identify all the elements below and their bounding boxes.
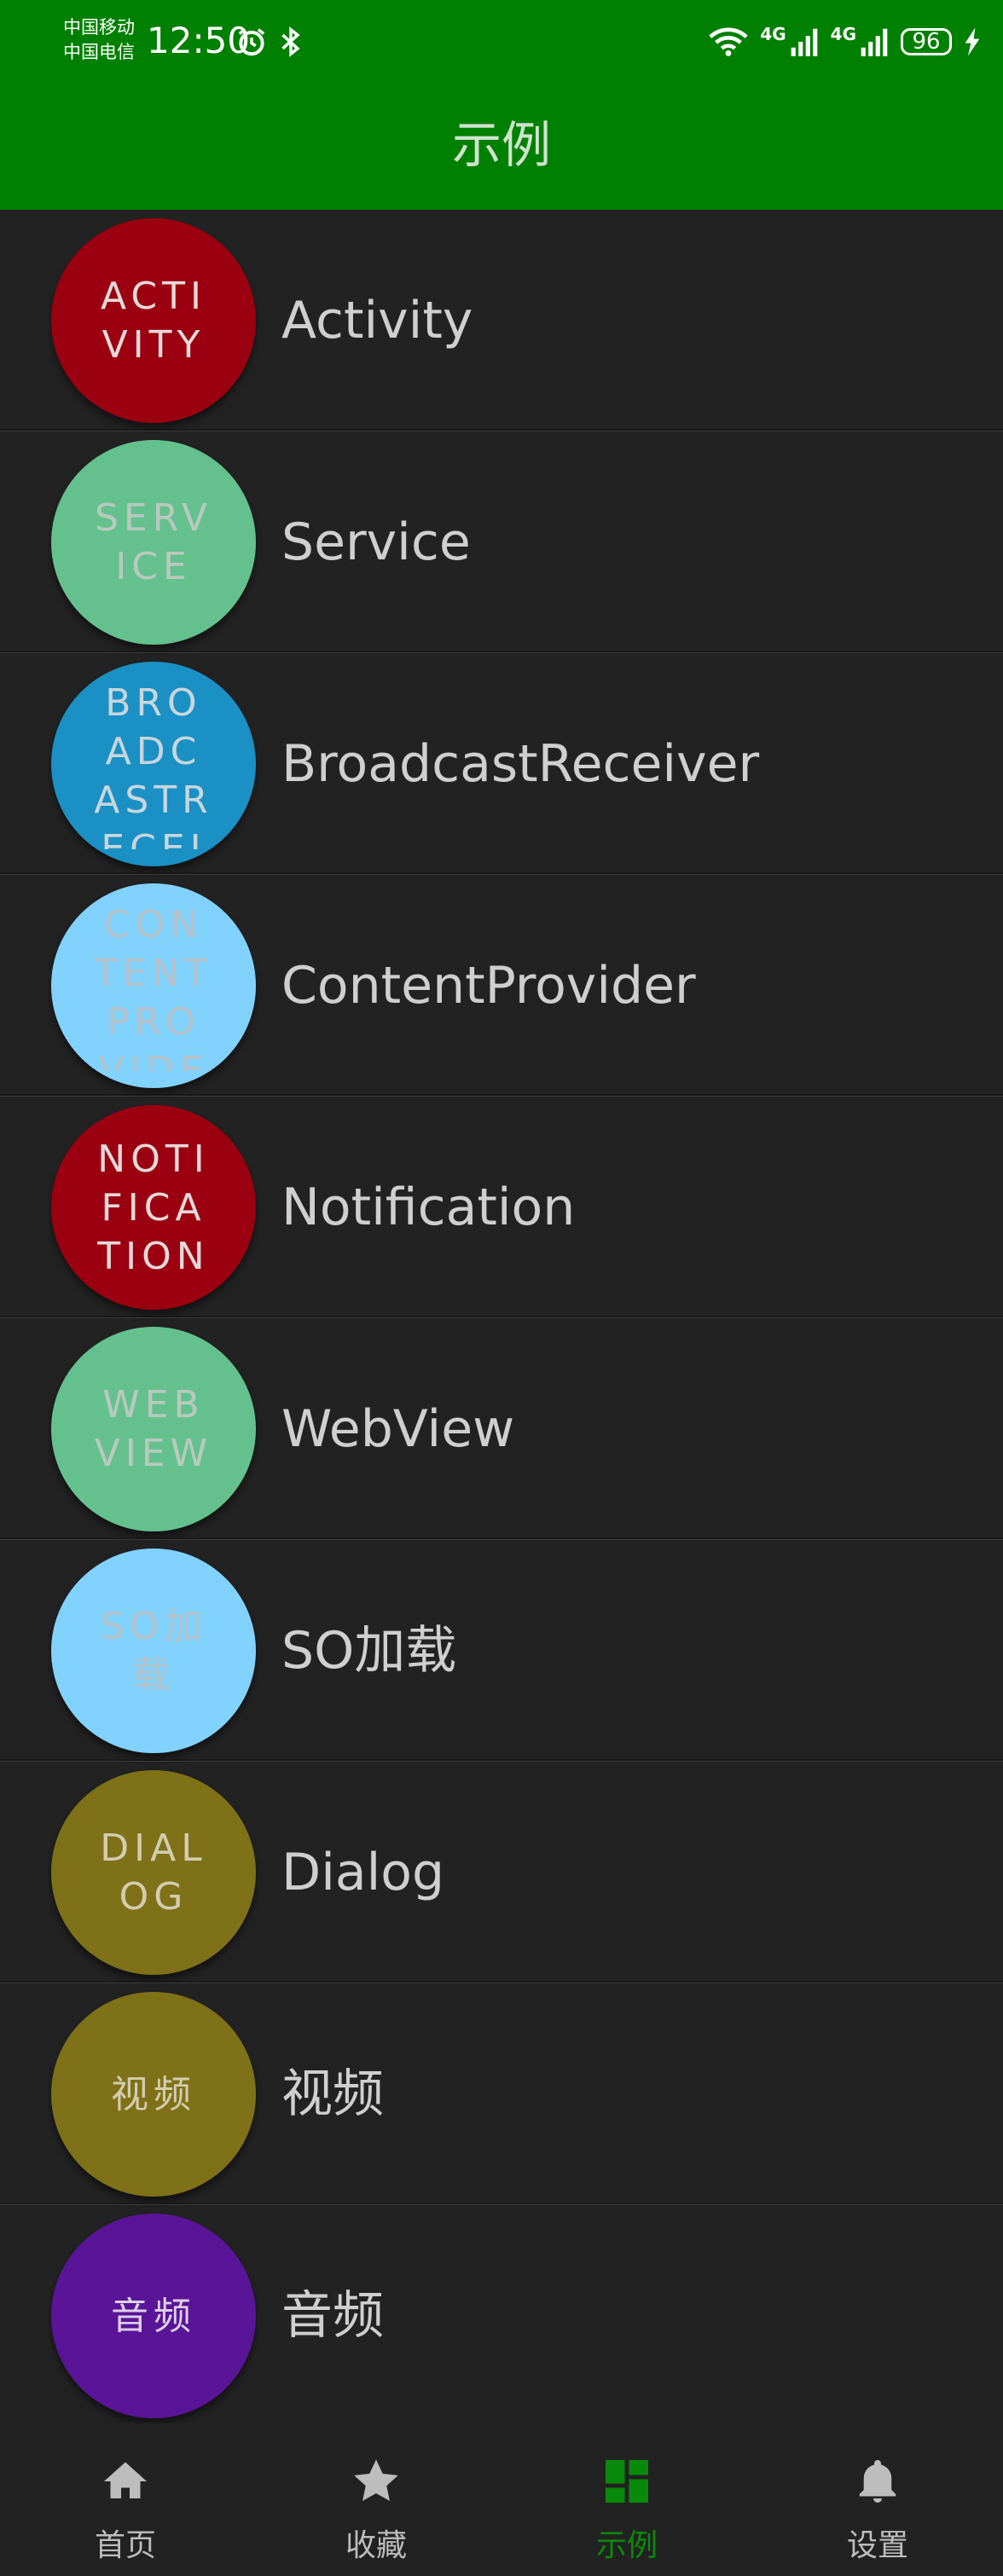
nav-item-settings[interactable]: 设置 [752,2423,1003,2576]
list-item[interactable]: NOTIFICATION Notification [0,1097,1003,1318]
list-item-avatar: NOTIFICATION [51,1105,256,1310]
avatar-text: WEBVIEW [94,1383,213,1475]
list-item-avatar: 音频 [51,2214,256,2418]
avatar-text: CONTENTPROVIDER [94,903,213,1071]
avatar-text: SO加载 [100,1605,207,1697]
list-item-label: BroadcastReceiver [281,734,760,794]
nav-label-examples: 示例 [595,2528,658,2563]
example-list: ACTIVITY Activity SERVICE Service BROADCASTR… [0,210,1003,2427]
bell-icon [859,2460,896,2503]
nav-label-settings: 设置 [846,2528,908,2563]
alarm-icon [238,28,265,56]
list-item[interactable]: CONTENTPROVIDER ContentProvider [0,875,1003,1097]
carrier-info: 中国移动 中国电信 [63,15,135,65]
app-bar: 中国移动 中国电信 12:50 4G 4G 96 示例 [0,0,1003,210]
avatar-text: NOTIFICATION [97,1137,210,1278]
list-item-avatar: SO加载 [51,1548,256,1753]
charging-icon [965,27,980,56]
list-item-label: Dialog [281,1843,445,1902]
carrier-2: 中国电信 [63,42,135,62]
home-icon [104,2462,147,2498]
dashboard-icon [606,2460,648,2503]
list-item-avatar: ACTIVITY [51,218,256,423]
list-item[interactable]: 视频 视频 [0,1983,1003,2205]
list-item[interactable]: SO加载 SO加载 [0,1540,1003,1762]
list-item-label: Notification [281,1178,576,1237]
nav-label-favorites: 收藏 [345,2528,407,2563]
list-item-label: WebView [281,1399,515,1459]
signal-icon-2 [861,28,888,56]
avatar-text: SERVICE [95,496,212,588]
nav-label-home: 首页 [94,2528,156,2563]
list-item-label: ContentProvider [281,956,696,1016]
list-item-avatar: SERVICE [51,440,256,645]
bluetooth-icon [281,26,300,57]
list-item[interactable]: 音频 音频 [0,2205,1003,2427]
list-item[interactable]: ACTIVITY Activity [0,210,1003,431]
list-item-label: 视频 [281,2064,384,2124]
status-left-icons [235,24,302,60]
nav-item-favorites[interactable]: 收藏 [251,2423,502,2576]
list-item-avatar: BROADCASTRECEIVER [51,662,256,866]
status-bar: 中国移动 中国电信 12:50 4G 4G 96 [0,0,1003,85]
list-item-avatar: CONTENTPROVIDER [51,883,256,1088]
list-item[interactable]: SERVICE Service [0,431,1003,653]
signal-icon-1 [791,28,817,56]
status-right-icons: 4G 4G 96 [709,24,981,60]
battery-icon: 96 [901,28,952,55]
page-title: 示例 [451,116,551,174]
list-item-avatar: WEBVIEW [51,1327,256,1531]
avatar-text: DIALOG [100,1826,207,1919]
list-item[interactable]: DIALOG Dialog [0,1762,1003,1983]
list-item-avatar: 视频 [51,1992,256,2197]
avatar-text: ACTIVITY [101,275,206,367]
nav-item-home[interactable]: 首页 [0,2423,251,2576]
list-item-label: Activity [281,291,473,350]
list-item-label: Service [281,512,471,572]
status-time: 12:50 [147,20,251,61]
bottom-nav: 首页 收藏 示例 设置 [0,2423,1003,2576]
list-item-label: SO加载 [281,1621,457,1681]
list-item[interactable]: BROADCASTRECEIVER BroadcastReceiver [0,653,1003,875]
nav-item-examples[interactable]: 示例 [502,2423,752,2576]
list-item-avatar: DIALOG [51,1770,256,1975]
avatar-text: 视频 [111,2072,196,2116]
wifi-icon [709,27,748,56]
network-type-1: 4G [760,24,786,44]
star-icon [354,2459,398,2501]
avatar-text: BROADCASTRECEIVER [94,681,213,849]
carrier-1: 中国移动 [63,17,135,38]
network-type-2: 4G [830,24,856,44]
list-item-label: 音频 [281,2286,384,2346]
avatar-text: 音频 [111,2294,196,2338]
list-item[interactable]: WEBVIEW WebView [0,1318,1003,1540]
